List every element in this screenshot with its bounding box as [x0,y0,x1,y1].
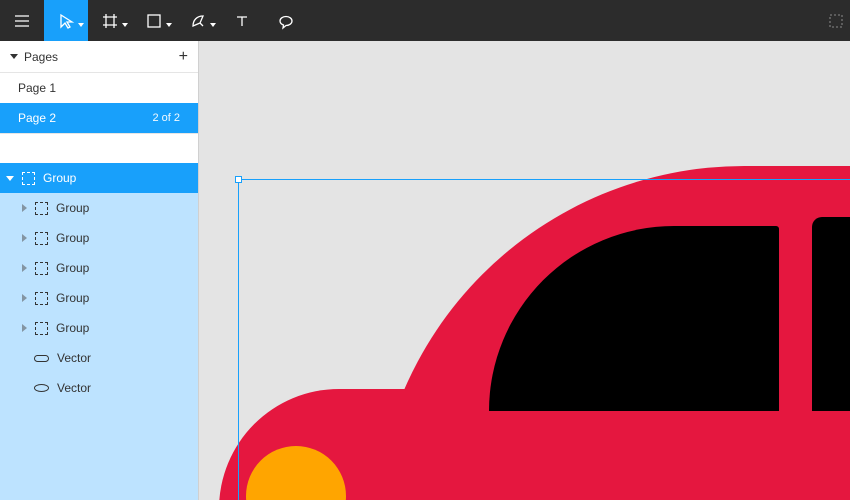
move-tool-button[interactable] [44,0,88,41]
chevron-down-icon [210,23,216,27]
canvas[interactable] [199,41,850,500]
layer-row[interactable]: Vector [0,373,198,403]
hamburger-icon [13,12,31,30]
layer-name: Group [56,201,89,215]
layer-name: Group [56,291,89,305]
page-name: Page 2 [18,111,152,125]
selection-handle-top-left[interactable] [235,176,242,183]
triangle-right-icon [22,264,27,272]
menu-button[interactable] [0,0,44,41]
triangle-right-icon [22,204,27,212]
pages-header[interactable]: Pages + [0,41,198,73]
frame-icon [101,12,119,30]
chevron-down-icon [78,23,84,27]
layer-row[interactable]: Group [0,193,198,223]
layer-name: Group [56,261,89,275]
pages-label: Pages [24,50,173,64]
rounded-rect-icon [34,355,49,362]
comment-tool-button[interactable] [264,0,308,41]
page-count: 2 of 2 [152,112,180,124]
layer-name: Vector [57,351,91,365]
frame-icon [35,232,48,245]
top-toolbar [0,0,850,41]
layer-name: Group [43,171,76,185]
page-row-selected[interactable]: Page 2 2 of 2 [0,103,198,133]
triangle-right-icon [22,294,27,302]
text-tool-button[interactable] [220,0,264,41]
layer-row[interactable]: Group [0,253,198,283]
layer-row[interactable]: Vector [0,343,198,373]
pen-icon [189,12,207,30]
triangle-right-icon [22,324,27,332]
page-row[interactable]: Page 1 [0,73,198,103]
frame-icon [35,292,48,305]
layer-row[interactable]: Group [0,223,198,253]
pages-gap [0,133,198,163]
triangle-down-icon [6,176,14,181]
rectangle-icon [145,12,163,30]
bounding-box-icon [827,12,845,30]
chevron-down-icon [166,23,172,27]
toolbar-spacer [308,0,822,41]
right-tool-button[interactable] [822,0,850,41]
chevron-down-icon [122,23,128,27]
comment-icon [277,12,295,30]
frame-icon [22,172,35,185]
layer-row[interactable]: Group [0,313,198,343]
layer-row-selected[interactable]: Group [0,163,198,193]
triangle-right-icon [22,234,27,242]
frame-icon [35,202,48,215]
triangle-down-icon [10,54,18,59]
layer-row[interactable]: Group [0,283,198,313]
page-name: Page 1 [18,81,180,95]
pen-tool-button[interactable] [176,0,220,41]
left-sidebar: Pages + Page 1 Page 2 2 of 2 Group [0,41,199,500]
shape-tool-button[interactable] [132,0,176,41]
cursor-icon [57,12,75,30]
layer-name: Vector [57,381,91,395]
text-icon [233,12,251,30]
frame-icon [35,262,48,275]
layer-name: Group [56,231,89,245]
selection-box[interactable] [238,179,850,500]
layers-panel: Group Group Group Group [0,163,198,500]
layer-name: Group [56,321,89,335]
add-page-button[interactable]: + [179,49,188,65]
ellipse-icon [34,384,49,392]
frame-icon [35,322,48,335]
frame-tool-button[interactable] [88,0,132,41]
